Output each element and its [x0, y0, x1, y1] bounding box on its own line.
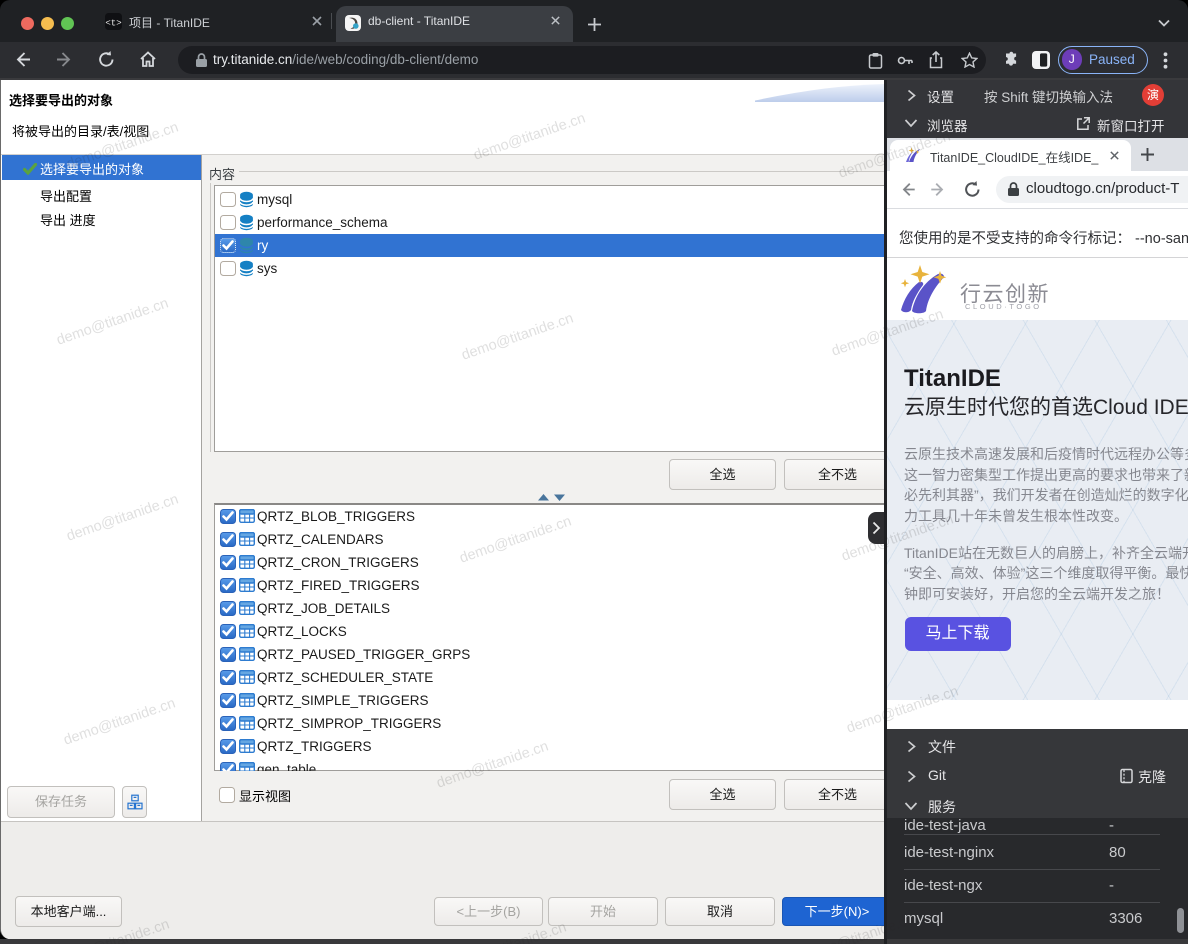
svg-text:<t>: <t> — [105, 19, 121, 29]
